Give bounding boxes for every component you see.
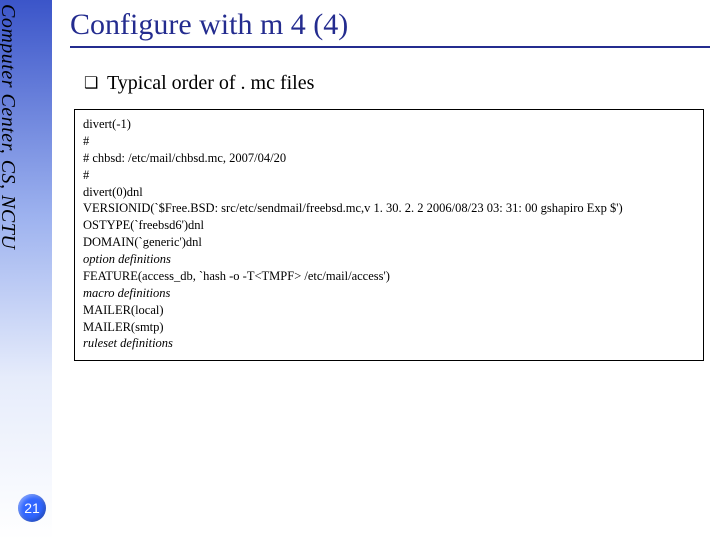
code-line: divert(-1) — [83, 116, 695, 133]
code-line: divert(0)dnl — [83, 184, 695, 201]
code-box: divert(-1)## chbsd: /etc/mail/chbsd.mc, … — [74, 109, 704, 361]
bullet-line: ❑ Typical order of . mc files — [84, 72, 714, 95]
code-line: OSTYPE(`freebsd6')dnl — [83, 217, 695, 234]
slide-title: Configure with m 4 (4) — [70, 8, 714, 42]
code-line: # chbsd: /etc/mail/chbsd.mc, 2007/04/20 — [83, 150, 695, 167]
code-line: MAILER(local) — [83, 302, 695, 319]
code-line: # — [83, 167, 695, 184]
code-line: MAILER(smtp) — [83, 319, 695, 336]
code-line: DOMAIN(`generic')dnl — [83, 234, 695, 251]
slide-content: Configure with m 4 (4) ❑ Typical order o… — [70, 0, 720, 361]
code-line: ruleset definitions — [83, 335, 695, 352]
sidebar-label: Computer Center, CS, NCTU — [0, 4, 19, 249]
code-line: VERSIONID(`$Free.BSD: src/etc/sendmail/f… — [83, 200, 695, 217]
sidebar-gradient: Computer Center, CS, NCTU — [0, 0, 52, 540]
code-line: option definitions — [83, 251, 695, 268]
bullet-text: Typical order of . mc files — [107, 72, 314, 94]
page-number-badge: 21 — [18, 494, 46, 522]
title-underline — [70, 46, 710, 48]
code-line: FEATURE(access_db, `hash -o -T<TMPF> /et… — [83, 268, 695, 285]
code-line: # — [83, 133, 695, 150]
code-line: macro definitions — [83, 285, 695, 302]
bullet-mark-icon: ❑ — [84, 73, 98, 93]
